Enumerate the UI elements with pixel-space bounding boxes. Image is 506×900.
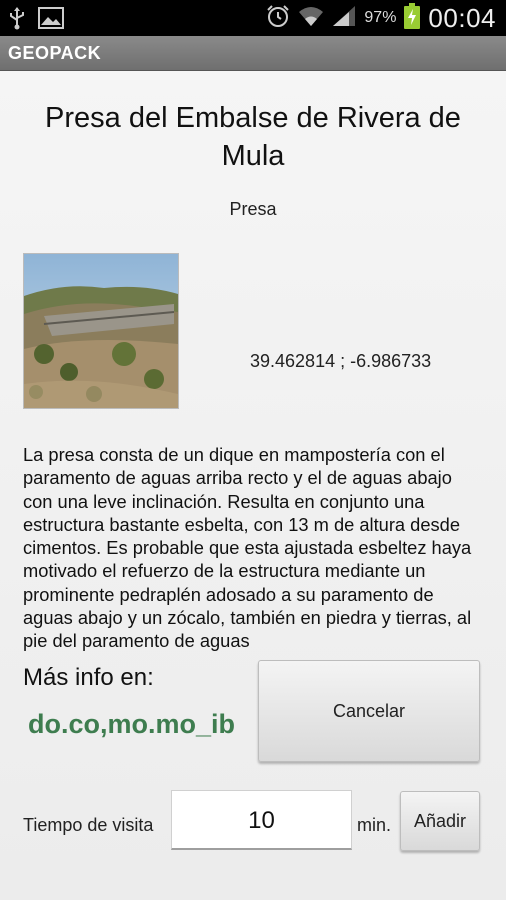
docomomo-logo[interactable]: do.co,mo.mo_ib — [28, 703, 248, 752]
add-button[interactable]: Añadir — [400, 791, 480, 851]
usb-icon — [8, 6, 26, 35]
battery-percent: 97% — [364, 9, 397, 26]
battery-charging-icon — [404, 2, 421, 34]
visit-time-label: Tiempo de visita — [23, 815, 154, 835]
visit-time-unit: min. — [357, 815, 392, 835]
place-description[interactable]: La presa consta de un dique en mamposter… — [23, 443, 485, 653]
status-bar: 97% 00:04 — [0, 0, 506, 36]
visit-time-input[interactable]: 10 — [171, 790, 352, 850]
image-icon — [38, 7, 64, 34]
app-title-bar: GEOPACK — [0, 36, 506, 71]
place-type: Presa — [229, 199, 277, 219]
wifi-icon — [298, 5, 324, 32]
place-coordinates: 39.462814 ; -6.986733 — [250, 351, 432, 371]
cancel-button[interactable]: Cancelar — [258, 660, 480, 762]
app-title: GEOPACK — [8, 43, 102, 63]
signal-icon — [332, 5, 356, 32]
clock: 00:04 — [428, 2, 496, 33]
logo-wordmark: do.co,mo.mo_ib — [28, 709, 235, 739]
place-detail: Presa del Embalse de Rivera de Mula Pres… — [0, 71, 506, 900]
place-photo — [23, 253, 179, 409]
alarm-icon — [266, 4, 290, 33]
place-title: Presa del Embalse de Rivera de Mula — [45, 102, 461, 172]
more-info-label: Más info en: — [23, 664, 154, 691]
